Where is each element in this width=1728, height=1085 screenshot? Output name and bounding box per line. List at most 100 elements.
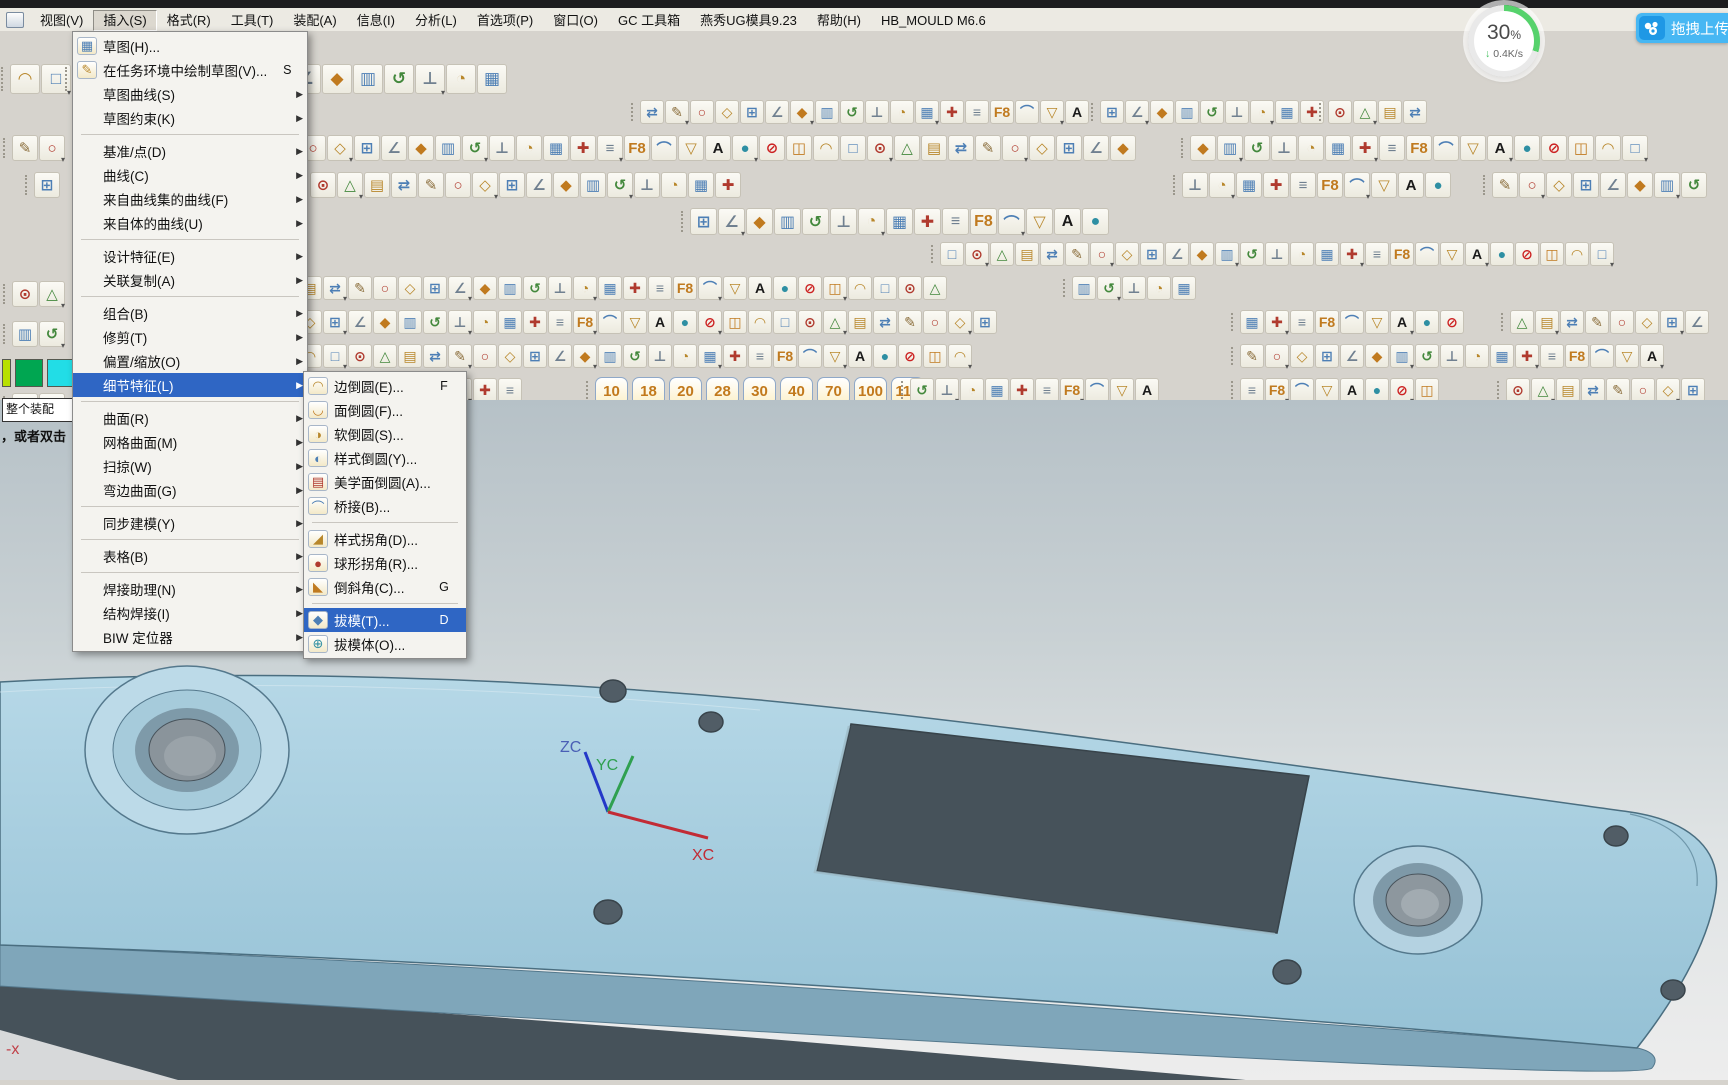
tool-icon[interactable]: ⊞ [1315,344,1339,368]
dropdown-caret-icon[interactable]: ▾ [494,192,498,201]
dropdown-caret-icon[interactable]: ▾ [1410,362,1414,371]
tool-icon[interactable]: ◔▾ [858,208,885,235]
tool-icon[interactable]: ⌒ [1415,242,1439,266]
tool-icon[interactable]: ○▾ [39,135,65,161]
dropdown-caret-icon[interactable]: ▾ [468,294,472,303]
tool-icon[interactable]: ◆ [1190,135,1216,161]
menubar-item[interactable]: 信息(I) [347,10,405,31]
menu-item[interactable]: 扫掠(W)▶ [73,454,307,478]
tool-icon[interactable]: ▥ [1072,276,1096,300]
dropdown-caret-icon[interactable]: ▾ [1239,155,1243,164]
menubar-item[interactable]: 帮助(H) [807,10,871,31]
tool-icon[interactable]: ≡ [1540,344,1564,368]
menu-item[interactable]: 同步建模(Y)▶ [73,511,307,535]
dropdown-caret-icon[interactable]: ▾ [1024,155,1028,164]
menu-item[interactable]: BIW 定位器▶ [73,625,307,649]
tool-icon[interactable]: ⊞ [973,310,997,334]
tool-icon[interactable]: ✚▾ [1340,242,1364,266]
tool-icon[interactable]: □▾ [1622,135,1648,161]
tool-icon[interactable]: ⊙ [1328,100,1352,124]
upload-pill-button[interactable]: 拖拽上传 [1636,13,1728,43]
menu-item[interactable]: 草图曲线(S)▶ [73,82,307,106]
tool-icon[interactable]: ≡ [1290,172,1316,198]
tool-icon[interactable]: ◫ [1568,135,1594,161]
menu-item[interactable]: ⊕拔模体(O)... [304,632,466,656]
menubar-item[interactable]: 燕秀UG模具9.23 [690,10,807,31]
tool-icon[interactable]: ▽ [723,276,747,300]
dropdown-caret-icon[interactable]: ▾ [484,155,488,164]
menu-item[interactable]: 关联复制(A)▶ [73,268,307,292]
tool-icon[interactable]: ⊘ [898,344,922,368]
tool-icon[interactable]: ▦ [1240,310,1264,334]
tool-icon[interactable]: ≡ [1365,242,1389,266]
dropdown-caret-icon[interactable]: ▾ [1231,192,1235,201]
tool-icon[interactable]: ≡ [1240,378,1264,402]
tool-icon[interactable]: F8 [1317,172,1343,198]
tool-icon[interactable]: ◇ [1290,344,1314,368]
tool-icon[interactable]: ◇▾ [948,310,972,334]
menu-item[interactable]: ◑软倒圆(S)... [304,422,466,446]
tool-icon[interactable]: ◇ [1635,310,1659,334]
tool-icon[interactable]: ◔▾ [1209,172,1235,198]
tool-icon[interactable]: ⊞ [1573,172,1599,198]
tool-icon[interactable]: ◠ [1595,135,1621,161]
tool-icon[interactable]: ▽ [678,135,704,161]
tool-icon[interactable]: ⊥ [1225,100,1249,124]
tool-icon[interactable]: ◆▾ [573,344,597,368]
tool-icon[interactable]: ◔ [446,64,476,94]
tool-icon[interactable]: ◠ [848,276,872,300]
dropdown-caret-icon[interactable]: ▾ [468,328,472,337]
tool-icon[interactable]: ▽ [1110,378,1134,402]
tool-icon[interactable]: ▤ [1015,242,1039,266]
tool-icon[interactable]: ◠▾ [948,344,972,368]
menu-item[interactable]: ✎在任务环境中绘制草图(V)...S [73,58,307,82]
tool-icon[interactable]: ✎▾ [665,100,689,124]
tool-icon[interactable]: △ [923,276,947,300]
tool-icon[interactable]: ◠ [748,310,772,334]
tool-icon[interactable]: ⊞▾ [323,310,347,334]
tool-icon[interactable]: ≡ [965,100,989,124]
menu-item[interactable]: 组合(B)▶ [73,301,307,325]
tool-icon[interactable]: A▾ [1465,242,1489,266]
menu-item[interactable]: 设计特征(E)▶ [73,244,307,268]
tool-icon[interactable]: ⊙ [898,276,922,300]
tool-icon[interactable]: ⌒ [598,310,622,334]
tool-icon[interactable]: ✚ [940,100,964,124]
tool-icon[interactable]: ↺▾ [607,172,633,198]
tool-icon[interactable]: ▽▾ [1040,100,1064,124]
dropdown-caret-icon[interactable]: ▾ [1535,362,1539,371]
tool-icon[interactable]: ▦ [688,172,714,198]
tool-icon[interactable]: ● [673,310,697,334]
dropdown-caret-icon[interactable]: ▾ [1374,155,1378,164]
tool-icon[interactable]: ↺▾ [1097,276,1121,300]
tool-icon[interactable]: ✚▾ [1515,344,1539,368]
left-boss[interactable] [85,666,289,834]
tool-icon[interactable]: ○▾ [1519,172,1545,198]
tool-icon[interactable]: ▥ [398,310,422,334]
tool-icon[interactable]: ▤ [921,135,947,161]
tool-icon[interactable]: ⇄ [1581,378,1605,402]
tool-icon[interactable]: ⇄ [873,310,897,334]
dropdown-caret-icon[interactable]: ▾ [1676,192,1680,201]
tool-icon[interactable]: A▾ [1390,310,1414,334]
tool-icon[interactable]: ◇▾ [472,172,498,198]
tool-icon[interactable]: ⊙ [310,172,336,198]
tool-icon[interactable]: ⊘ [1440,310,1464,334]
dropdown-caret-icon[interactable]: ▾ [619,155,623,164]
dropdown-caret-icon[interactable]: ▾ [343,362,347,371]
tool-icon[interactable]: △ [894,135,920,161]
tool-icon[interactable]: ○ [923,310,947,334]
tool-icon[interactable]: F8 [1390,242,1414,266]
tool-icon[interactable]: ⌒ [1015,100,1039,124]
tool-icon[interactable]: ⇄ [640,100,664,124]
tool-icon[interactable]: ◆ [473,276,497,300]
tool-icon[interactable]: ↺ [523,276,547,300]
dropdown-caret-icon[interactable]: ▾ [1373,118,1377,127]
tool-icon[interactable]: ⊞ [499,172,525,198]
tool-icon[interactable]: ○▾ [1265,344,1289,368]
menu-item[interactable]: 表格(B)▶ [73,544,307,568]
menubar-item[interactable]: 插入(S) [93,10,156,31]
tool-icon[interactable]: ⊙▾ [867,135,893,161]
tool-icon[interactable]: ⌒ [651,135,677,161]
tool-icon[interactable]: ▽▾ [823,344,847,368]
